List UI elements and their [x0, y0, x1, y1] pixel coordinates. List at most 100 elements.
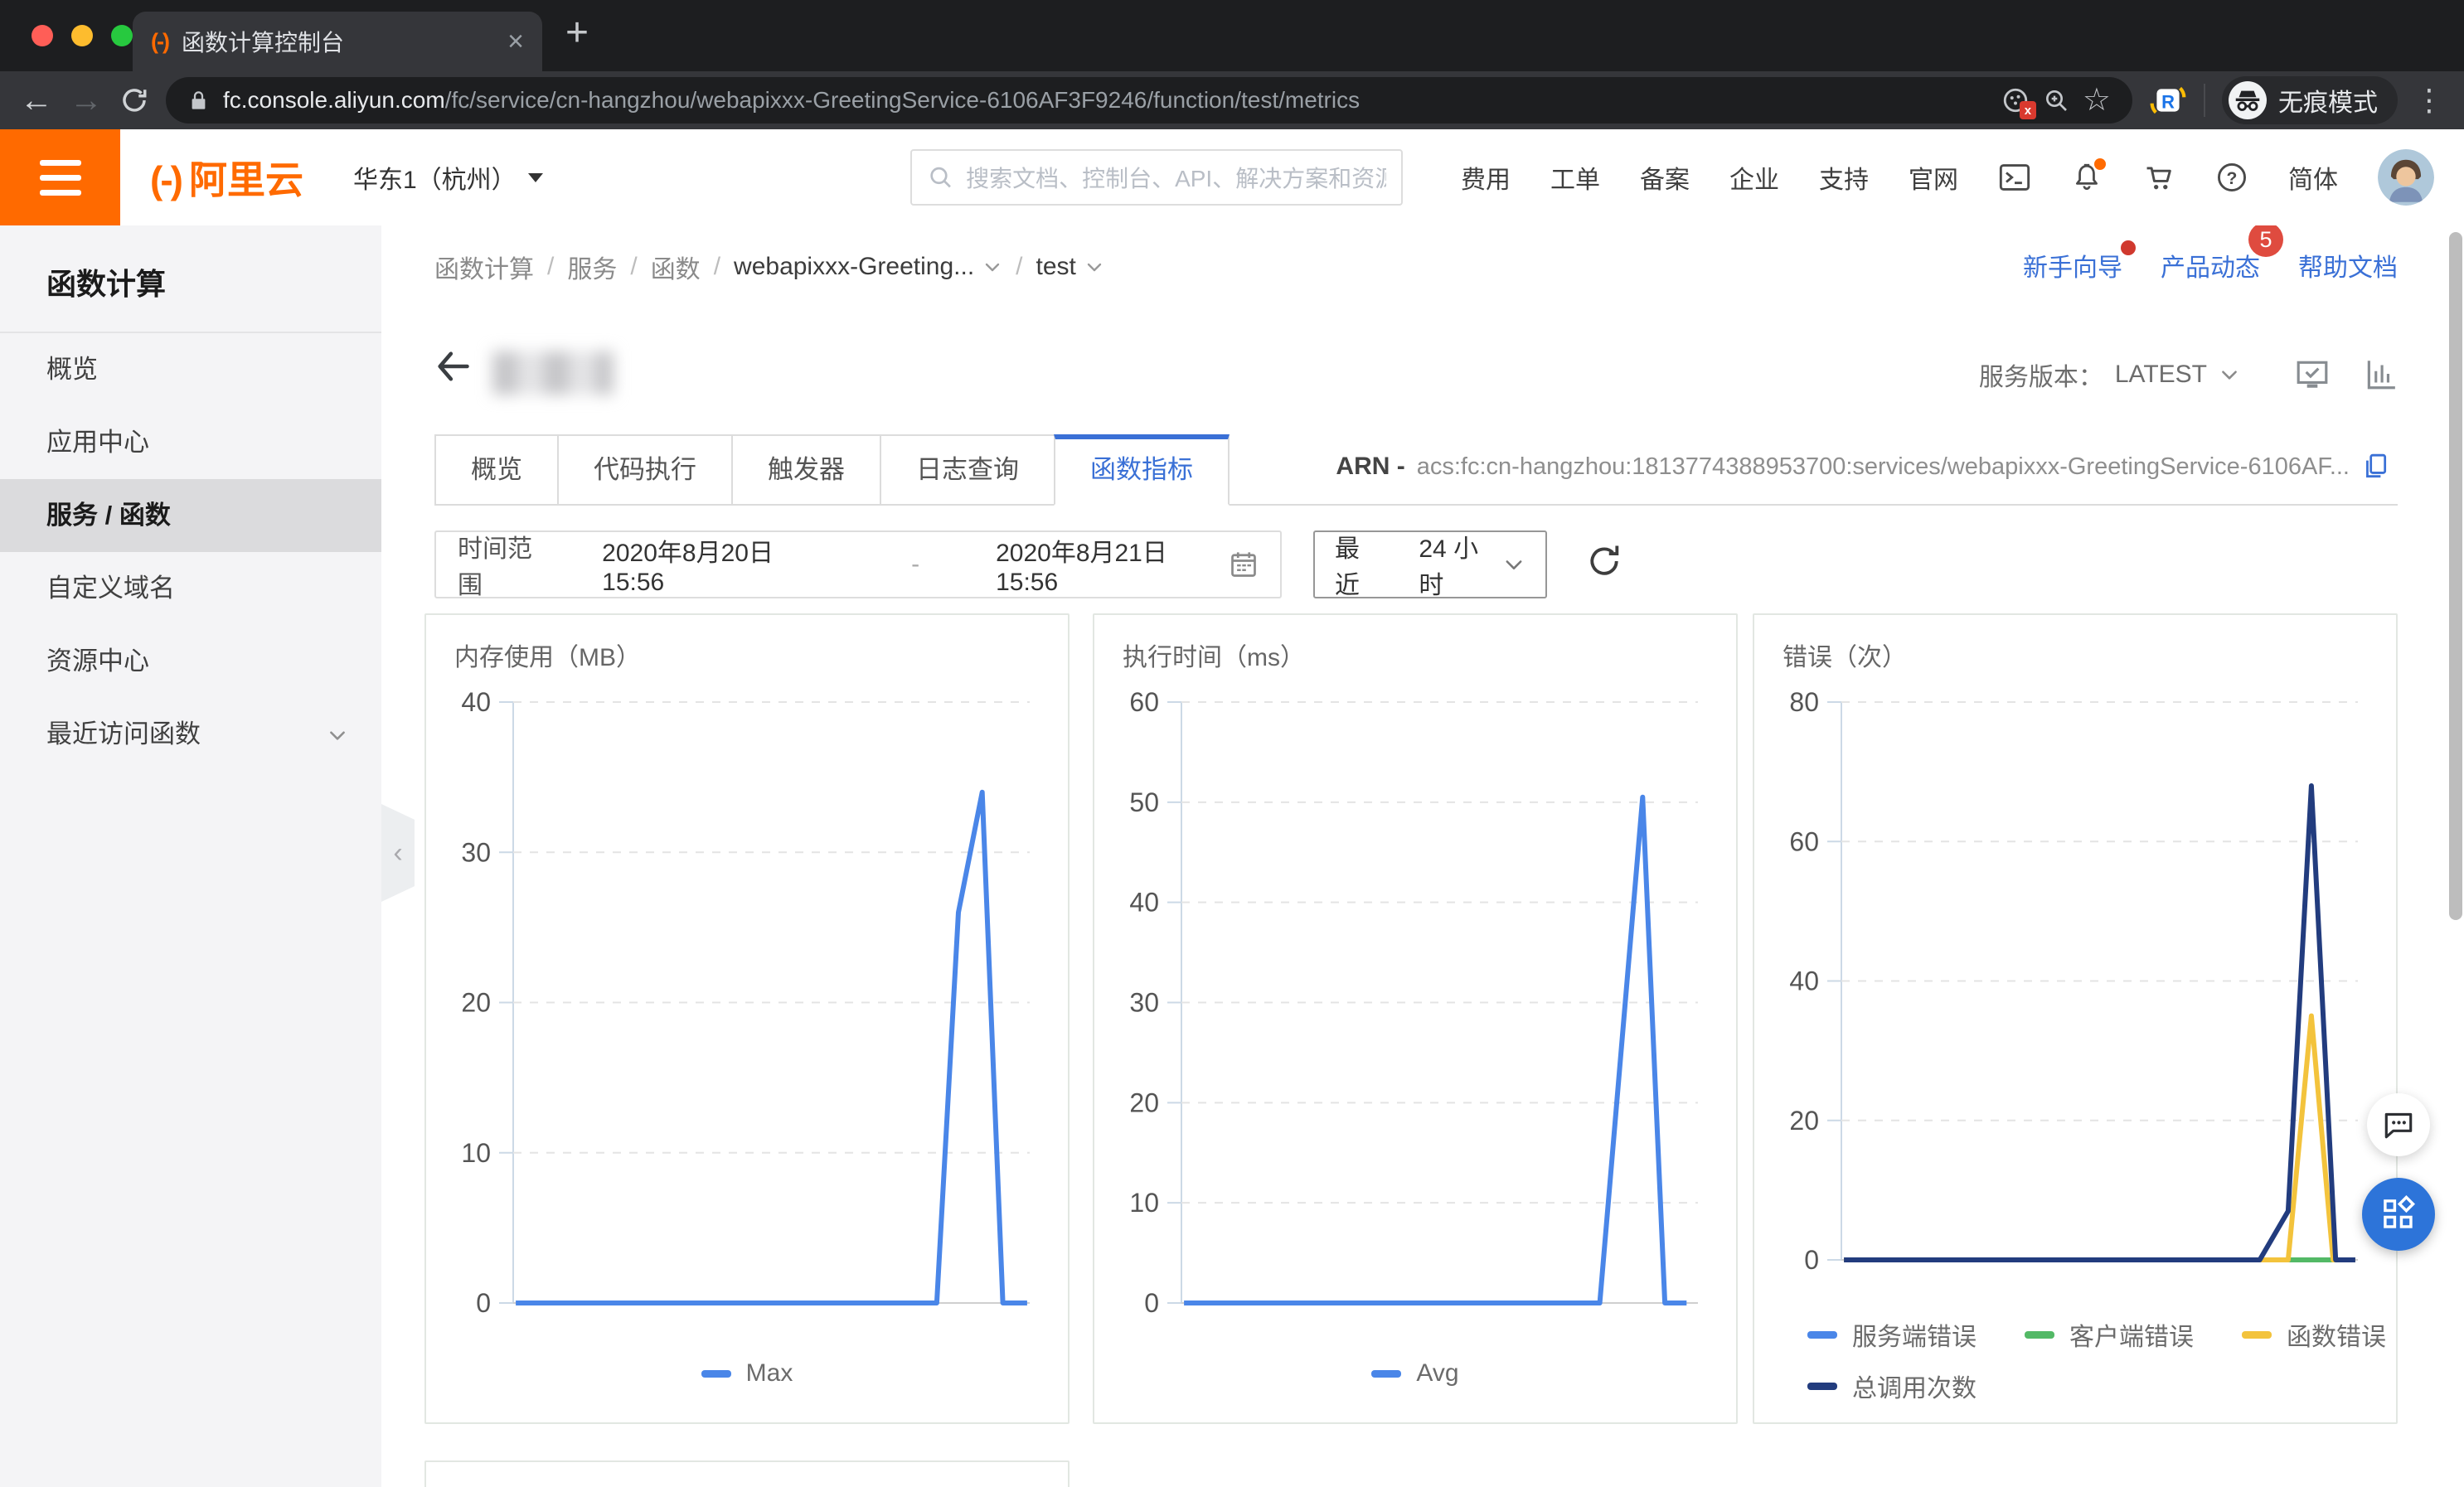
- chevron-down-icon[interactable]: [982, 257, 1002, 277]
- breadcrumb-item-5[interactable]: test: [1036, 253, 1076, 281]
- window-maximize-button[interactable]: [111, 25, 133, 46]
- copy-icon[interactable]: [2361, 453, 2389, 481]
- legend-swatch: [1371, 1370, 1401, 1378]
- avatar[interactable]: [2378, 149, 2434, 206]
- language-selector[interactable]: 简体: [2288, 159, 2338, 196]
- sidebar-item-6[interactable]: 最近访问函数: [0, 698, 381, 771]
- tab-日志查询[interactable]: 日志查询: [880, 434, 1055, 506]
- legend-label: 总调用次数: [1852, 1368, 1977, 1404]
- breadcrumb-separator: /: [1016, 253, 1022, 281]
- time-range-picker[interactable]: 时间范围 2020年8月20日 15:56 - 2020年8月21日 15:56: [434, 530, 1282, 598]
- widgets-button[interactable]: [2362, 1178, 2435, 1251]
- breadcrumb-item-1[interactable]: 函数计算: [434, 249, 534, 285]
- legend-item-服务端错误[interactable]: 服务端错误: [1807, 1316, 1977, 1353]
- legend-item-函数错误[interactable]: 函数错误: [2242, 1316, 2386, 1353]
- scrollbar-thumb[interactable]: [2449, 232, 2462, 920]
- calendar-icon[interactable]: [1229, 550, 1259, 579]
- tab-close-icon[interactable]: ×: [507, 27, 524, 56]
- window-minimize-button[interactable]: [71, 25, 93, 46]
- cookie-blocked-icon[interactable]: x: [2001, 86, 2030, 114]
- tab-概览[interactable]: 概览: [434, 434, 559, 506]
- topbar-menu-官网[interactable]: 官网: [1909, 159, 1958, 196]
- browser-menu-icon[interactable]: ⋮: [2414, 83, 2444, 118]
- cloudshell-icon[interactable]: [1998, 161, 2031, 194]
- beginner-guide-link[interactable]: 新手向导: [2023, 247, 2122, 283]
- topbar-menu-企业[interactable]: 企业: [1729, 159, 1779, 196]
- topbar-menu-费用[interactable]: 费用: [1461, 159, 1511, 196]
- aliyun-logo[interactable]: (-) 阿里云: [150, 150, 303, 205]
- lock-icon[interactable]: [187, 90, 210, 112]
- incognito-label: 无痕模式: [2278, 82, 2378, 119]
- products-menu-button[interactable]: [0, 129, 120, 225]
- caret-down-icon: [528, 173, 543, 182]
- browser-reload-button[interactable]: [119, 85, 149, 115]
- quick-range-value: 24 小时: [1419, 528, 1502, 601]
- line-chart: 806040200: [1754, 615, 2399, 1426]
- address-bar[interactable]: fc.console.aliyun.com/fc/service/cn-hang…: [166, 77, 2132, 124]
- legend-item-Avg[interactable]: Avg: [1371, 1359, 1458, 1388]
- feedback-chat-button[interactable]: [2367, 1093, 2430, 1156]
- url-text: fc.console.aliyun.com/fc/service/cn-hang…: [223, 87, 1988, 114]
- service-version-value[interactable]: LATEST: [2115, 361, 2207, 389]
- global-search-input[interactable]: 搜索文档、控制台、API、解决方案和资源: [910, 149, 1403, 206]
- sidebar: 函数计算 概览应用中心服务 / 函数自定义域名资源中心最近访问函数 ‹: [0, 225, 381, 1487]
- chart-title: 执行时间（ms）: [1123, 637, 1305, 673]
- legend-item-客户端错误[interactable]: 客户端错误: [2025, 1316, 2194, 1353]
- metrics-chart-icon[interactable]: [2363, 357, 2398, 392]
- region-selector[interactable]: 华东1（杭州）: [353, 159, 543, 196]
- tab-触发器[interactable]: 触发器: [731, 434, 881, 506]
- aliyun-topbar: (-) 阿里云 华东1（杭州） 搜索文档、控制台、API、解决方案和资源 费用 工…: [0, 129, 2464, 225]
- browser-forward-button[interactable]: →: [70, 84, 103, 117]
- topbar-menu-备案[interactable]: 备案: [1640, 159, 1690, 196]
- new-tab-button[interactable]: +: [565, 10, 589, 56]
- svg-text:10: 10: [461, 1138, 491, 1168]
- sidebar-item-label: 自定义域名: [46, 574, 175, 603]
- browser-tab[interactable]: (-) 函数计算控制台 ×: [133, 12, 542, 71]
- svg-text:20: 20: [1129, 1087, 1159, 1117]
- bookmark-star-icon[interactable]: ☆: [2083, 85, 2111, 116]
- legend-item-Max[interactable]: Max: [701, 1359, 793, 1388]
- metric-card-3: 错误（次）806040200服务端错误客户端错误函数错误总调用次数: [1753, 613, 2398, 1424]
- breadcrumb-item-2[interactable]: 服务: [567, 249, 617, 285]
- cookie-blocked-badge: x: [2020, 101, 2036, 119]
- tab-函数指标[interactable]: 函数指标: [1054, 434, 1230, 506]
- chevron-down-icon[interactable]: [2219, 364, 2240, 385]
- time-range-start[interactable]: 2020年8月20日 15:56: [602, 532, 835, 597]
- sidebar-item-2[interactable]: 应用中心: [0, 406, 381, 479]
- sidebar-collapse-handle[interactable]: ‹: [381, 804, 415, 902]
- browser-back-button[interactable]: ←: [20, 84, 53, 117]
- topbar-menu-工单[interactable]: 工单: [1550, 159, 1600, 196]
- product-news-link[interactable]: 产品动态 5: [2161, 247, 2260, 283]
- sidebar-title: 函数计算: [0, 225, 381, 333]
- line-chart: 403020100: [426, 615, 1071, 1426]
- cart-icon[interactable]: [2142, 161, 2175, 194]
- time-range-end[interactable]: 2020年8月21日 15:56: [996, 532, 1229, 597]
- extension-icon[interactable]: R: [2149, 81, 2187, 119]
- breadcrumb-item-4[interactable]: webapixxx-Greeting...: [734, 253, 974, 281]
- legend-label: Avg: [1416, 1359, 1458, 1388]
- help-docs-link[interactable]: 帮助文档: [2298, 247, 2398, 283]
- sidebar-item-3[interactable]: 服务 / 函数: [0, 479, 381, 552]
- quick-range-select[interactable]: 最近 24 小时: [1313, 530, 1547, 598]
- monitor-check-icon[interactable]: [2295, 357, 2330, 392]
- chart-legend: Avg: [1094, 1359, 1736, 1388]
- legend-item-总调用次数[interactable]: 总调用次数: [1807, 1368, 1977, 1404]
- time-range-label: 时间范围: [458, 528, 554, 601]
- notification-dot: [2121, 240, 2136, 255]
- zoom-icon[interactable]: [2043, 87, 2069, 114]
- help-icon[interactable]: ?: [2215, 161, 2248, 194]
- notifications-bell-icon[interactable]: [2071, 162, 2103, 193]
- sidebar-item-1[interactable]: 概览: [0, 333, 381, 406]
- sidebar-item-5[interactable]: 资源中心: [0, 625, 381, 698]
- window-close-button[interactable]: [32, 25, 53, 46]
- chevron-down-icon[interactable]: [1084, 257, 1104, 277]
- svg-text:0: 0: [1804, 1245, 1819, 1275]
- back-arrow-button[interactable]: [433, 346, 473, 386]
- breadcrumb-item-3[interactable]: 函数: [651, 249, 701, 285]
- chart-legend: Max: [426, 1359, 1068, 1388]
- topbar-menu-支持[interactable]: 支持: [1819, 159, 1869, 196]
- refresh-button[interactable]: [1585, 542, 1623, 580]
- sidebar-item-4[interactable]: 自定义域名: [0, 552, 381, 625]
- browser-toolbar: ← → fc.console.aliyun.com/fc/service/cn-…: [0, 71, 2464, 129]
- tab-代码执行[interactable]: 代码执行: [557, 434, 733, 506]
